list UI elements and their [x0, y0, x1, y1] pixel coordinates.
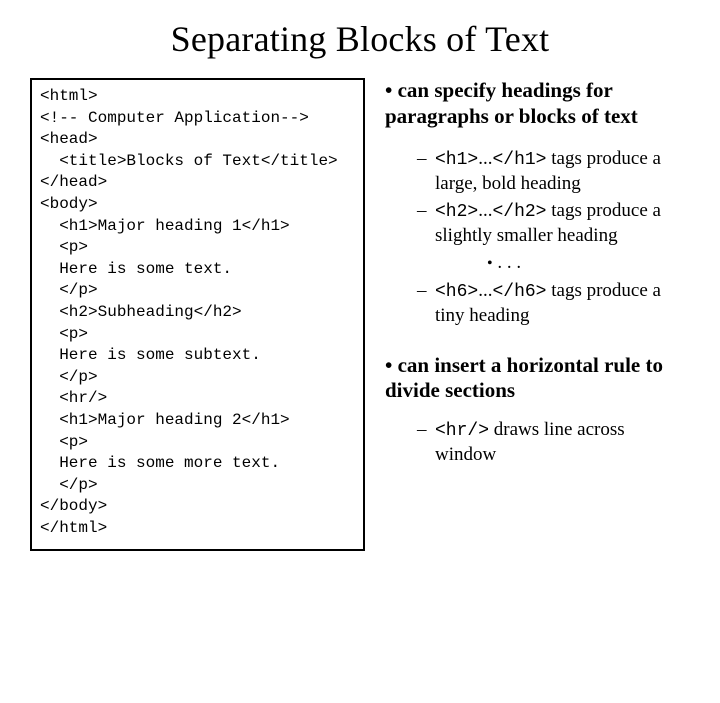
h6-open-code: <h6> [435, 282, 478, 302]
h2-open-code: <h2> [435, 202, 478, 222]
code-line: <p> [40, 237, 355, 259]
hr-code: <hr/> [435, 421, 489, 441]
code-line: </p> [40, 280, 355, 302]
code-line: <!-- Computer Application--> [40, 108, 355, 130]
h1-close-code: </h1> [492, 150, 546, 170]
h1-open-code: <h1> [435, 150, 478, 170]
code-line: <p> [40, 324, 355, 346]
code-example-box: <html><!-- Computer Application--><head>… [30, 78, 365, 551]
code-line: <head> [40, 129, 355, 151]
continuation-dots: • . . . [487, 251, 690, 274]
hr-list: – <hr/> draws line across window [417, 418, 690, 466]
h6-close-code: </h6> [492, 282, 546, 302]
code-line: </p> [40, 475, 355, 497]
dots-text: . . . [497, 252, 521, 273]
code-line: <h1>Major heading 2</h1> [40, 410, 355, 432]
code-line: </body> [40, 496, 355, 518]
dash-icon: – [417, 147, 435, 195]
code-line: <h2>Subheading</h2> [40, 302, 355, 324]
hr-sub-item: – <hr/> draws line across window [417, 418, 690, 466]
code-line: Here is some text. [40, 259, 355, 281]
code-line: </html> [40, 518, 355, 540]
h2-close-code: </h2> [492, 202, 546, 222]
code-line: <body> [40, 194, 355, 216]
dash-icon: – [417, 279, 435, 327]
code-line: </p> [40, 367, 355, 389]
ellipsis: ... [478, 148, 492, 169]
code-line: <p> [40, 432, 355, 454]
headings-bullet: • can specify headings for paragraphs or… [385, 78, 690, 129]
code-line: <html> [40, 86, 355, 108]
heading-tags-list: – <h1>...</h1> tags produce a large, bol… [417, 147, 690, 327]
code-line: <h1>Major heading 1</h1> [40, 216, 355, 238]
dash-icon: – [417, 199, 435, 247]
ellipsis: ... [478, 200, 492, 221]
code-line: <title>Blocks of Text</title> [40, 151, 355, 173]
h2-sub-item: – <h2>...</h2> tags produce a slightly s… [417, 199, 690, 247]
h6-sub-item: – <h6>...</h6> tags produce a tiny headi… [417, 279, 690, 327]
hr-bullet: • can insert a horizontal rule to divide… [385, 353, 690, 404]
ellipsis: ... [478, 280, 492, 301]
code-line: Here is some subtext. [40, 345, 355, 367]
h1-sub-item: – <h1>...</h1> tags produce a large, bol… [417, 147, 690, 195]
dash-icon: – [417, 418, 435, 466]
bullet-dot-icon: • [487, 255, 493, 272]
code-line: <hr/> [40, 388, 355, 410]
code-line: </head> [40, 172, 355, 194]
explanation-column: • can specify headings for paragraphs or… [385, 78, 690, 492]
slide-title: Separating Blocks of Text [30, 18, 690, 60]
code-line: Here is some more text. [40, 453, 355, 475]
